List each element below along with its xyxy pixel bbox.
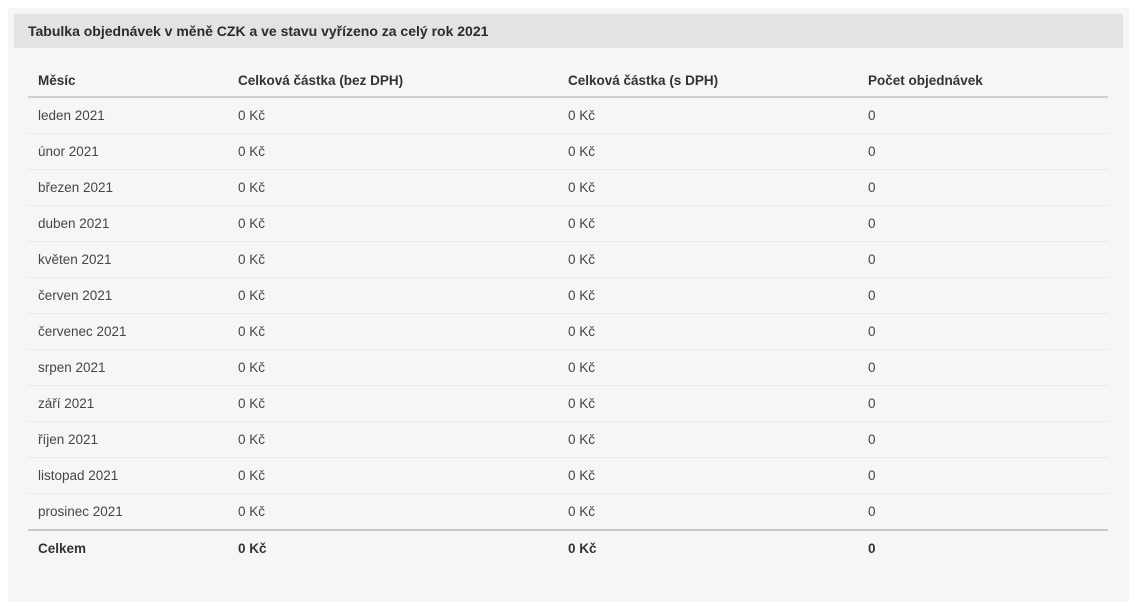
table-row: listopad 20210 Kč0 Kč0 (28, 458, 1108, 494)
month-cell: srpen 2021 (28, 350, 228, 386)
order-count-cell: 0 (858, 458, 1108, 494)
month-cell: listopad 2021 (28, 458, 228, 494)
total-no-vat-cell: 0 Kč (228, 314, 558, 350)
order-count-cell: 0 (858, 386, 1108, 422)
month-cell: červen 2021 (28, 278, 228, 314)
table-row: září 20210 Kč0 Kč0 (28, 386, 1108, 422)
header-row: Měsíc Celková částka (bez DPH) Celková č… (28, 61, 1108, 97)
total-with-vat-value: 0 Kč (558, 530, 858, 566)
order-count-cell: 0 (858, 350, 1108, 386)
month-cell: leden 2021 (28, 97, 228, 134)
table-row: říjen 20210 Kč0 Kč0 (28, 422, 1108, 458)
order-count-cell: 0 (858, 134, 1108, 170)
table-row: leden 20210 Kč0 Kč0 (28, 97, 1108, 134)
total-with-vat-cell: 0 Kč (558, 458, 858, 494)
table-row: květen 20210 Kč0 Kč0 (28, 242, 1108, 278)
total-no-vat-cell: 0 Kč (228, 458, 558, 494)
total-with-vat-cell: 0 Kč (558, 422, 858, 458)
table-row: prosinec 20210 Kč0 Kč0 (28, 494, 1108, 531)
month-cell: prosinec 2021 (28, 494, 228, 531)
month-cell: září 2021 (28, 386, 228, 422)
orders-table-foot: Celkem 0 Kč 0 Kč 0 (28, 530, 1108, 566)
total-no-vat-cell: 0 Kč (228, 206, 558, 242)
total-row: Celkem 0 Kč 0 Kč 0 (28, 530, 1108, 566)
total-order-count-value: 0 (858, 530, 1108, 566)
column-header-month: Měsíc (28, 61, 228, 97)
report-panel: Tabulka objednávek v měně CZK a ve stavu… (8, 8, 1129, 602)
order-count-cell: 0 (858, 97, 1108, 134)
total-no-vat-cell: 0 Kč (228, 386, 558, 422)
total-with-vat-cell: 0 Kč (558, 170, 858, 206)
table-row: únor 20210 Kč0 Kč0 (28, 134, 1108, 170)
column-header-total-no-vat: Celková částka (bez DPH) (228, 61, 558, 97)
total-no-vat-cell: 0 Kč (228, 278, 558, 314)
total-no-vat-value: 0 Kč (228, 530, 558, 566)
orders-table: Měsíc Celková částka (bez DPH) Celková č… (28, 61, 1108, 566)
table-row: červenec 20210 Kč0 Kč0 (28, 314, 1108, 350)
order-count-cell: 0 (858, 494, 1108, 531)
total-label: Celkem (28, 530, 228, 566)
total-no-vat-cell: 0 Kč (228, 350, 558, 386)
column-header-order-count: Počet objednávek (858, 61, 1108, 97)
month-cell: březen 2021 (28, 170, 228, 206)
column-header-total-with-vat: Celková částka (s DPH) (558, 61, 858, 97)
total-with-vat-cell: 0 Kč (558, 206, 858, 242)
total-no-vat-cell: 0 Kč (228, 242, 558, 278)
total-no-vat-cell: 0 Kč (228, 494, 558, 531)
total-no-vat-cell: 0 Kč (228, 170, 558, 206)
total-no-vat-cell: 0 Kč (228, 97, 558, 134)
order-count-cell: 0 (858, 206, 1108, 242)
table-row: duben 20210 Kč0 Kč0 (28, 206, 1108, 242)
table-row: červen 20210 Kč0 Kč0 (28, 278, 1108, 314)
order-count-cell: 0 (858, 278, 1108, 314)
order-count-cell: 0 (858, 170, 1108, 206)
month-cell: únor 2021 (28, 134, 228, 170)
total-with-vat-cell: 0 Kč (558, 278, 858, 314)
total-with-vat-cell: 0 Kč (558, 134, 858, 170)
total-with-vat-cell: 0 Kč (558, 242, 858, 278)
total-with-vat-cell: 0 Kč (558, 386, 858, 422)
total-with-vat-cell: 0 Kč (558, 97, 858, 134)
month-cell: červenec 2021 (28, 314, 228, 350)
order-count-cell: 0 (858, 422, 1108, 458)
order-count-cell: 0 (858, 242, 1108, 278)
month-cell: květen 2021 (28, 242, 228, 278)
total-no-vat-cell: 0 Kč (228, 422, 558, 458)
total-with-vat-cell: 0 Kč (558, 350, 858, 386)
month-cell: říjen 2021 (28, 422, 228, 458)
total-with-vat-cell: 0 Kč (558, 494, 858, 531)
total-with-vat-cell: 0 Kč (558, 314, 858, 350)
table-row: srpen 20210 Kč0 Kč0 (28, 350, 1108, 386)
order-count-cell: 0 (858, 314, 1108, 350)
orders-table-body: leden 20210 Kč0 Kč0únor 20210 Kč0 Kč0bře… (28, 97, 1108, 530)
panel-title: Tabulka objednávek v měně CZK a ve stavu… (14, 14, 1123, 48)
total-no-vat-cell: 0 Kč (228, 134, 558, 170)
table-row: březen 20210 Kč0 Kč0 (28, 170, 1108, 206)
orders-table-head: Měsíc Celková částka (bez DPH) Celková č… (28, 61, 1108, 97)
orders-table-container: Měsíc Celková částka (bez DPH) Celková č… (28, 61, 1108, 566)
month-cell: duben 2021 (28, 206, 228, 242)
